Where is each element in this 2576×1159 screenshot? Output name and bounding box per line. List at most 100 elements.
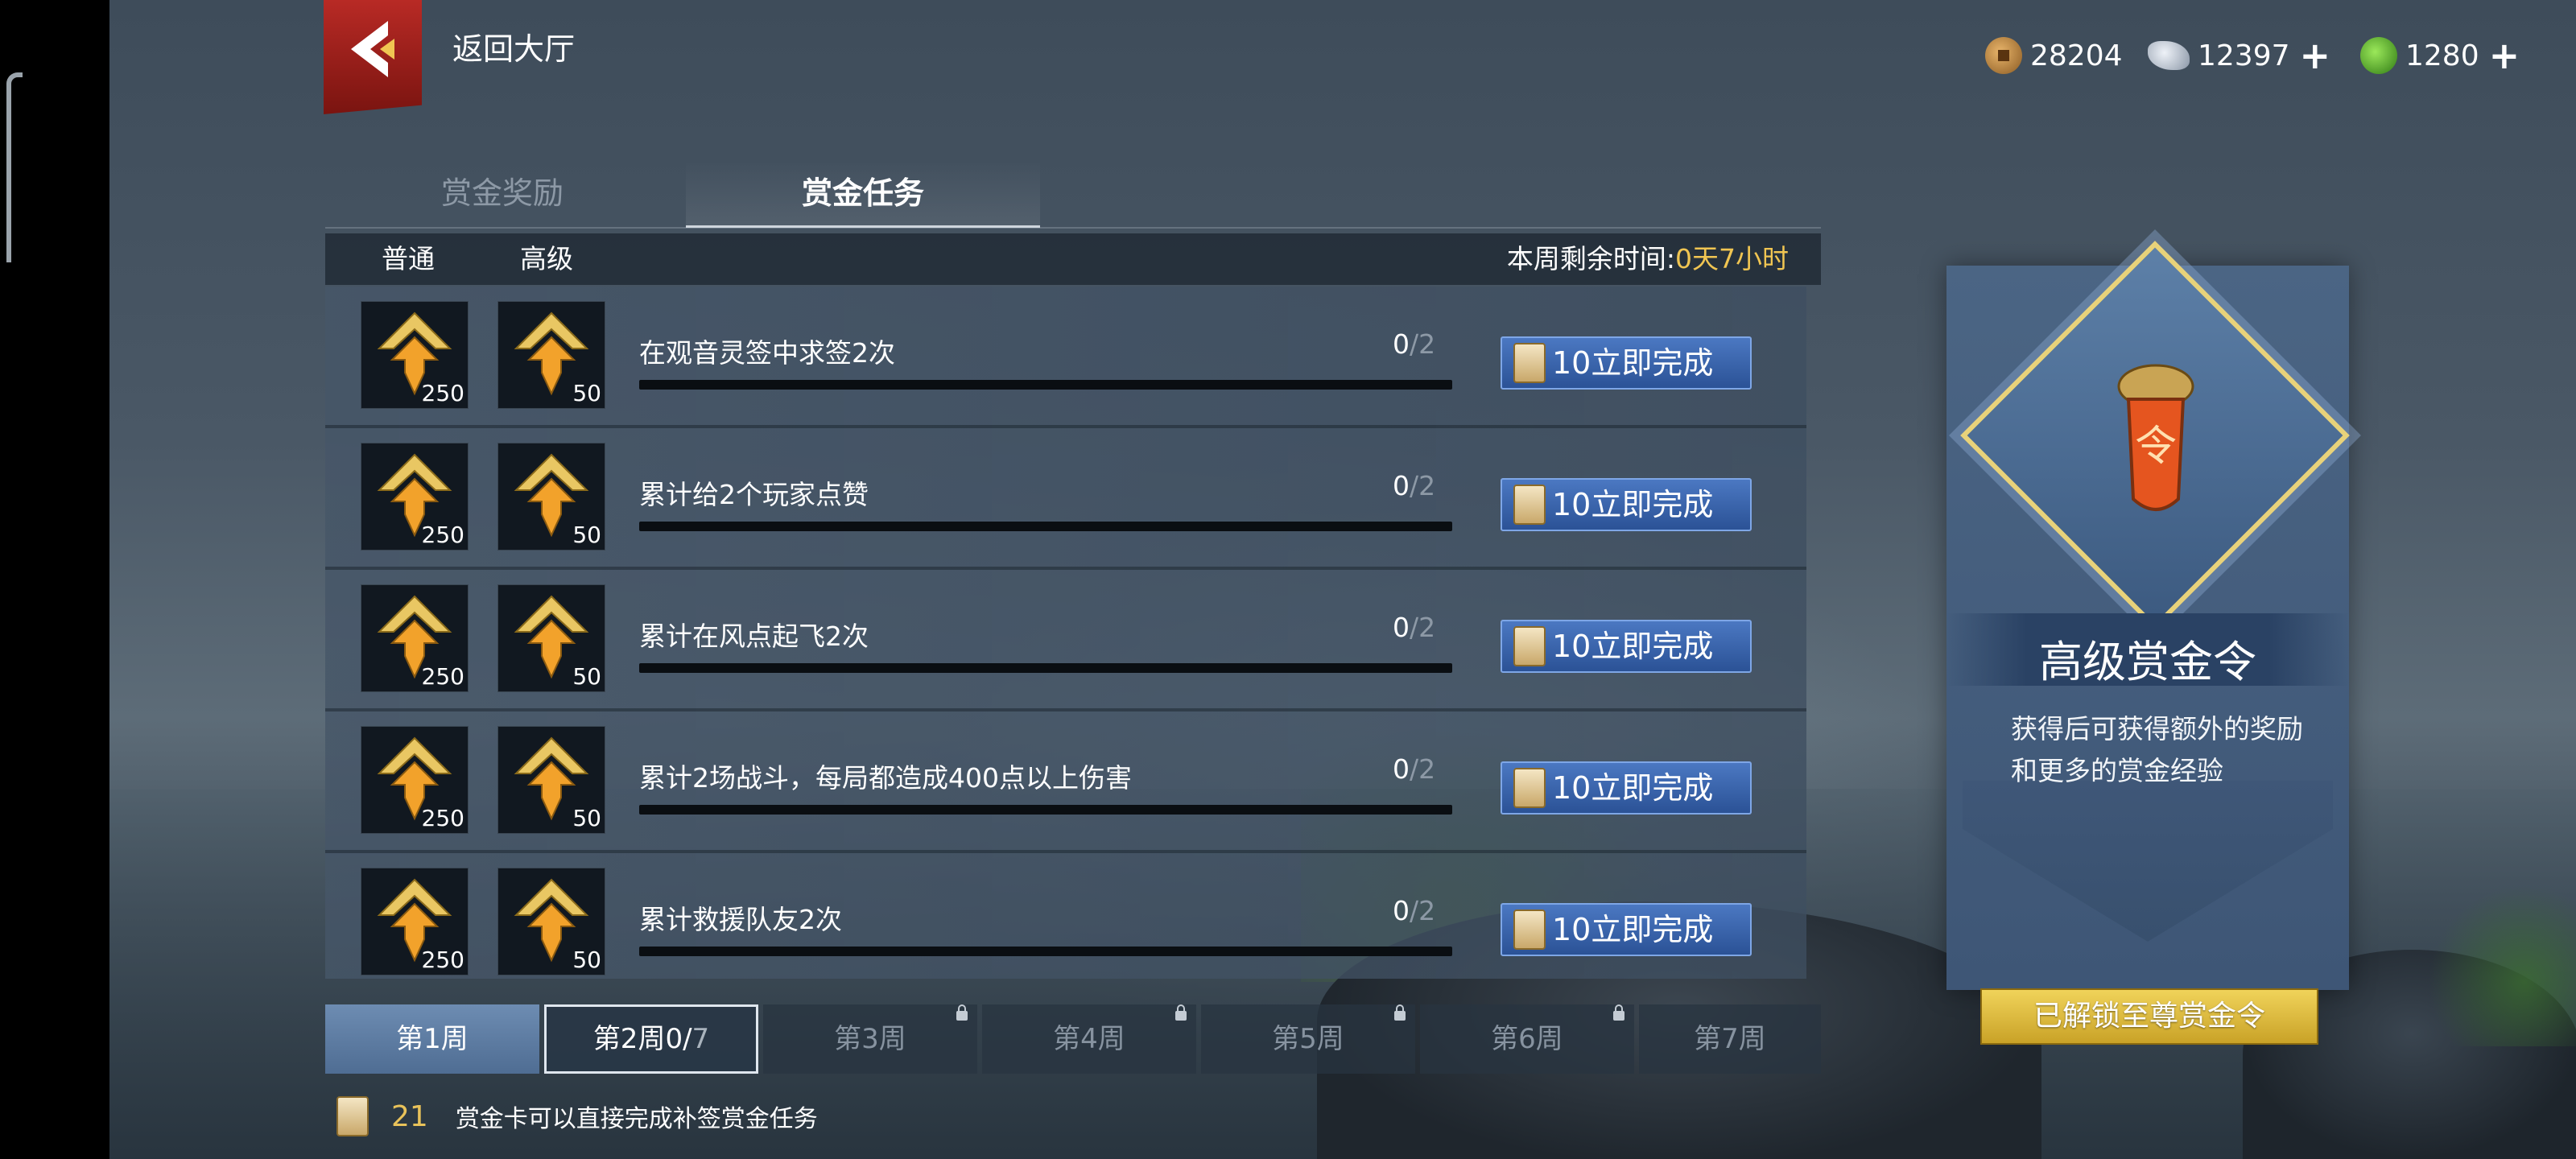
week-label: 第4周 — [1053, 1023, 1125, 1055]
reward-quantity: 250 — [421, 663, 464, 690]
bounty-card-icon — [1513, 768, 1546, 808]
week-label: 第2周 — [592, 1023, 666, 1055]
week-tab-5[interactable]: 第5周 — [1201, 1004, 1415, 1074]
week-label: 第7周 — [1694, 1023, 1766, 1055]
task-row: 250 50 累计救援队友2次 0/2 10立即完成 — [325, 853, 1806, 979]
progress-max: /2 — [1410, 328, 1436, 360]
complete-label: 10立即完成 — [1552, 629, 1714, 664]
bounty-card-icon — [1513, 485, 1546, 525]
reward-advanced[interactable]: 50 — [497, 443, 605, 551]
reward-quantity: 250 — [421, 380, 464, 406]
bounty-token-icon: 令 — [2117, 364, 2194, 511]
week-tab-4[interactable]: 第4周 — [982, 1004, 1196, 1074]
bounty-card-icon — [1513, 343, 1546, 383]
panel-title: 高级赏金令 — [2039, 637, 2256, 687]
bounty-card-icon — [1513, 626, 1546, 666]
week-selector: 第1周 第2周0/7 第3周 第4周 第5周 第6周 第7周 — [325, 1004, 1821, 1075]
progress-max: /2 — [1410, 895, 1436, 926]
week-count: 0/ — [665, 1023, 692, 1055]
reward-normal[interactable]: 250 — [361, 301, 469, 409]
add-silver-button[interactable]: + — [2300, 37, 2331, 74]
currency-silver: 12397 + — [2148, 37, 2330, 74]
complete-label: 10立即完成 — [1552, 912, 1714, 947]
progress-current: 0 — [1393, 328, 1410, 360]
week-tab-3[interactable]: 第3周 — [763, 1004, 977, 1074]
task-progress-bar — [639, 380, 1452, 390]
time-label: 本周剩余时间: — [1506, 243, 1675, 274]
currency-value: 1280 — [2405, 39, 2479, 72]
currency-value: 12397 — [2198, 39, 2290, 72]
jade-icon — [2360, 37, 2397, 74]
bounty-card-footer: 21 赏金卡可以直接完成补签赏金任务 — [336, 1096, 818, 1136]
complete-now-button[interactable]: 10立即完成 — [1501, 761, 1752, 815]
task-row: 250 50 在观音灵签中求签2次 0/2 10立即完成 — [325, 287, 1806, 428]
tab-bounty-tasks[interactable]: 赏金任务 — [686, 161, 1040, 228]
add-jade-button[interactable]: + — [2489, 37, 2520, 74]
task-row: 250 50 累计2场战斗，每局都造成400点以上伤害 0/2 10立即完成 — [325, 711, 1806, 853]
column-advanced: 高级 — [520, 243, 573, 274]
task-description: 累计在风点起飞2次 — [639, 621, 869, 652]
reward-normal[interactable]: 250 — [361, 584, 469, 692]
plant-background-right — [2428, 885, 2576, 1046]
task-list[interactable]: 250 50 在观音灵签中求签2次 0/2 10立即完成 250 50 累计给2… — [325, 287, 1806, 979]
progress-max: /2 — [1410, 612, 1436, 643]
bounty-card-count: 21 — [391, 1099, 428, 1133]
complete-now-button[interactable]: 10立即完成 — [1501, 336, 1752, 390]
reward-normal[interactable]: 250 — [361, 443, 469, 551]
progress-current: 0 — [1393, 895, 1410, 926]
progress-current: 0 — [1393, 612, 1410, 643]
tab-bounty-rewards[interactable]: 赏金奖励 — [325, 161, 679, 225]
reward-advanced[interactable]: 50 — [497, 301, 605, 409]
task-progress-bar — [639, 663, 1452, 673]
week-tab-6[interactable]: 第6周 — [1420, 1004, 1634, 1074]
task-description: 累计救援队友2次 — [639, 904, 842, 935]
reward-quantity: 50 — [572, 805, 601, 831]
task-progress-bar — [639, 522, 1452, 531]
reward-quantity: 50 — [572, 380, 601, 406]
reward-quantity: 250 — [421, 522, 464, 548]
week-label: 第5周 — [1272, 1023, 1344, 1055]
complete-label: 10立即完成 — [1552, 770, 1714, 806]
week-label: 第6周 — [1491, 1023, 1563, 1055]
unlock-supreme-button[interactable]: 已解锁至尊赏金令 — [1980, 988, 2318, 1045]
currency-copper: 28204 — [1985, 37, 2123, 74]
reward-advanced[interactable]: 50 — [497, 726, 605, 834]
week-tab-1[interactable]: 第1周 — [325, 1004, 539, 1074]
reward-advanced[interactable]: 50 — [497, 584, 605, 692]
silver-ingot-icon — [2148, 41, 2190, 70]
task-table-header: 普通 高级 本周剩余时间:0天7小时 — [325, 233, 1821, 285]
reward-normal[interactable]: 250 — [361, 868, 469, 975]
reward-normal[interactable]: 250 — [361, 726, 469, 834]
bounty-card-icon — [336, 1096, 369, 1136]
reward-quantity: 50 — [572, 947, 601, 973]
edge-gesture-handle[interactable] — [6, 72, 23, 262]
task-row: 250 50 累计给2个玩家点赞 0/2 10立即完成 — [325, 428, 1806, 570]
back-label[interactable]: 返回大厅 — [452, 24, 575, 68]
progress-max: /2 — [1410, 753, 1436, 785]
complete-now-button[interactable]: 10立即完成 — [1501, 903, 1752, 956]
task-progress-text: 0/2 — [1393, 470, 1435, 501]
task-progress-text: 0/2 — [1393, 895, 1435, 926]
week-tab-7[interactable]: 第7周 — [1639, 1004, 1821, 1074]
back-button[interactable] — [324, 0, 422, 114]
complete-label: 10立即完成 — [1552, 345, 1714, 381]
task-description: 在观音灵签中求签2次 — [639, 337, 895, 369]
progress-current: 0 — [1393, 470, 1410, 501]
bounty-card-hint: 赏金卡可以直接完成补签赏金任务 — [455, 1105, 818, 1133]
week-label: 第1周 — [396, 1023, 469, 1055]
complete-now-button[interactable]: 10立即完成 — [1501, 478, 1752, 531]
task-progress-text: 0/2 — [1393, 753, 1435, 785]
task-progress-bar — [639, 805, 1452, 815]
week-tab-2[interactable]: 第2周0/7 — [544, 1004, 758, 1074]
lock-icon — [1394, 1004, 1406, 1021]
complete-now-button[interactable]: 10立即完成 — [1501, 620, 1752, 673]
task-progress-text: 0/2 — [1393, 612, 1435, 643]
column-normal: 普通 — [382, 243, 435, 274]
reward-quantity: 250 — [421, 947, 464, 973]
week-label: 第3周 — [834, 1023, 906, 1055]
reward-advanced[interactable]: 50 — [497, 868, 605, 975]
progress-current: 0 — [1393, 753, 1410, 785]
reward-quantity: 50 — [572, 522, 601, 548]
panel-description: 获得后可获得额外的奖励和更多的赏金经验 — [2011, 713, 2303, 786]
lock-icon — [956, 1004, 968, 1021]
